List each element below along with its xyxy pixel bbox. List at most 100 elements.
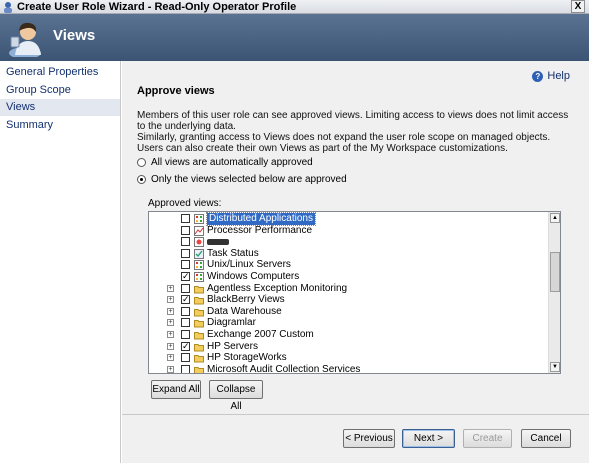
tree-row-label: Agentless Exception Monitoring — [207, 282, 348, 294]
step-general-properties[interactable]: General Properties — [0, 64, 120, 81]
section-title: Approve views — [137, 85, 215, 97]
wizard-app-icon — [4, 2, 12, 13]
view-checkbox[interactable] — [181, 318, 190, 328]
radio-all-views[interactable]: All views are automatically approved — [137, 157, 313, 168]
tree-row[interactable]: Task Status — [149, 248, 547, 260]
cancel-button[interactable]: Cancel — [521, 429, 571, 448]
performance-view-icon — [194, 225, 204, 236]
folder-icon — [194, 284, 204, 294]
step-summary[interactable]: Summary — [0, 117, 120, 134]
expand-node-icon[interactable]: + — [167, 354, 174, 362]
expand-all-button[interactable]: Expand All — [151, 380, 201, 399]
view-checkbox[interactable] — [181, 248, 190, 258]
expand-node-icon[interactable]: + — [167, 296, 174, 304]
tree-row[interactable]: + ✓ HP Servers — [149, 341, 547, 353]
wizard-banner: Views — [0, 14, 589, 61]
title-bar: Create User Role Wizard - Read-Only Oper… — [0, 0, 589, 14]
folder-icon — [194, 353, 204, 363]
user-role-icon — [9, 22, 41, 57]
scroll-down-icon[interactable]: ▼ — [550, 362, 560, 372]
tree-row[interactable]: + Agentless Exception Monitoring — [149, 283, 547, 295]
tree-row[interactable]: + Data Warehouse — [149, 306, 547, 318]
tree-row-label: Exchange 2007 Custom — [207, 329, 314, 340]
tree-row-label: Processor Performance — [207, 224, 313, 236]
tree-row[interactable]: Distributed Applications — [149, 212, 547, 226]
tree-row-label: Data Warehouse — [207, 305, 282, 317]
alert-view-icon — [194, 237, 204, 248]
step-views[interactable]: Views — [0, 99, 120, 116]
radio-all-views-label: All views are automatically approved — [151, 157, 313, 168]
tree-row[interactable]: + ✓ BlackBerry Views — [149, 294, 547, 306]
tree-row-label: HP Servers — [207, 340, 258, 352]
tree-row-label: Microsoft Audit Collection Services — [207, 363, 361, 374]
help-link[interactable]: ? Help — [532, 70, 570, 82]
view-checkbox[interactable] — [181, 225, 190, 235]
close-button[interactable]: X — [571, 0, 585, 13]
wizard-steps-sidebar: General Properties Group Scope Views Sum… — [0, 61, 121, 463]
expand-node-icon[interactable]: + — [167, 319, 174, 327]
create-button[interactable]: Create — [463, 429, 512, 448]
tree-row[interactable]: Unix/Linux Servers — [149, 259, 547, 271]
view-checkbox[interactable]: ✓ — [181, 341, 190, 351]
collapse-all-button[interactable]: Collapse All — [209, 380, 263, 412]
approved-views-tree[interactable]: ▲ ▼ Distributed Applications Processor Pe… — [148, 211, 561, 374]
view-checkbox[interactable] — [181, 237, 190, 247]
tree-row[interactable]: + HP StorageWorks — [149, 352, 547, 364]
view-checkbox[interactable] — [181, 330, 190, 339]
radio-selected-views[interactable]: Only the views selected below are approv… — [137, 174, 347, 185]
wizard-content: ? Help Approve views Members of this use… — [122, 61, 589, 415]
folder-icon — [194, 342, 204, 352]
state-view-icon — [194, 214, 204, 224]
view-checkbox[interactable] — [181, 260, 190, 270]
description-line-2: Similarly, granting access to Views does… — [137, 132, 551, 154]
expand-node-icon[interactable]: + — [167, 365, 174, 373]
view-checkbox[interactable] — [181, 364, 190, 373]
tree-row[interactable]: + Exchange 2007 Custom — [149, 329, 547, 341]
expand-node-icon[interactable]: + — [167, 284, 174, 292]
help-icon: ? — [532, 70, 544, 82]
folder-icon — [194, 330, 204, 340]
tree-row-label: Diagramlar — [207, 317, 256, 329]
radio-selected-views-label: Only the views selected below are approv… — [151, 174, 347, 185]
description-line-1: Members of this user role can see approv… — [137, 110, 569, 132]
view-checkbox[interactable] — [181, 353, 190, 363]
tree-row[interactable] — [149, 236, 547, 248]
window-title: Create User Role Wizard - Read-Only Oper… — [17, 1, 297, 13]
radio-all-views-button[interactable] — [137, 158, 146, 167]
wizard-footer: < Previous Next > Create Cancel — [122, 415, 589, 463]
tree-row[interactable]: Processor Performance — [149, 225, 547, 237]
tree-row-label: Task Status — [207, 247, 259, 259]
previous-button[interactable]: < Previous — [343, 429, 395, 448]
folder-icon — [194, 365, 204, 373]
view-checkbox[interactable] — [181, 306, 190, 316]
view-checkbox[interactable]: ✓ — [181, 272, 190, 281]
radio-selected-views-button[interactable] — [137, 175, 146, 184]
state-view-icon — [194, 272, 204, 282]
state-view-icon — [194, 260, 204, 271]
tree-row-label: Unix/Linux Servers — [207, 259, 291, 271]
expand-node-icon[interactable]: + — [167, 342, 174, 350]
tree-row[interactable]: + Diagramlar — [149, 317, 547, 329]
tree-row-label: Windows Computers — [207, 271, 300, 282]
tree-row-label: BlackBerry Views — [207, 294, 285, 306]
view-checkbox[interactable] — [181, 214, 190, 223]
folder-icon — [194, 318, 204, 328]
help-label: Help — [547, 70, 570, 82]
expand-node-icon[interactable]: + — [167, 331, 174, 338]
tree-row[interactable]: ✓ Windows Computers — [149, 271, 547, 283]
tree-row-label: Distributed Applications — [206, 212, 316, 226]
view-checkbox[interactable]: ✓ — [181, 295, 190, 305]
tree-row-label: HP StorageWorks — [207, 352, 287, 364]
view-checkbox[interactable] — [181, 283, 190, 293]
scroll-up-icon[interactable]: ▲ — [550, 213, 560, 223]
page-heading: Views — [53, 27, 96, 44]
expand-node-icon[interactable]: + — [167, 307, 174, 315]
task-view-icon — [194, 248, 204, 259]
approved-views-label: Approved views: — [148, 198, 222, 209]
tree-scrollbar[interactable]: ▲ ▼ — [548, 212, 560, 373]
next-button[interactable]: Next > — [402, 429, 455, 448]
step-group-scope[interactable]: Group Scope — [0, 82, 120, 99]
tree-row[interactable]: + Microsoft Audit Collection Services — [149, 363, 547, 374]
scroll-thumb[interactable] — [550, 252, 560, 292]
folder-icon — [194, 295, 204, 305]
